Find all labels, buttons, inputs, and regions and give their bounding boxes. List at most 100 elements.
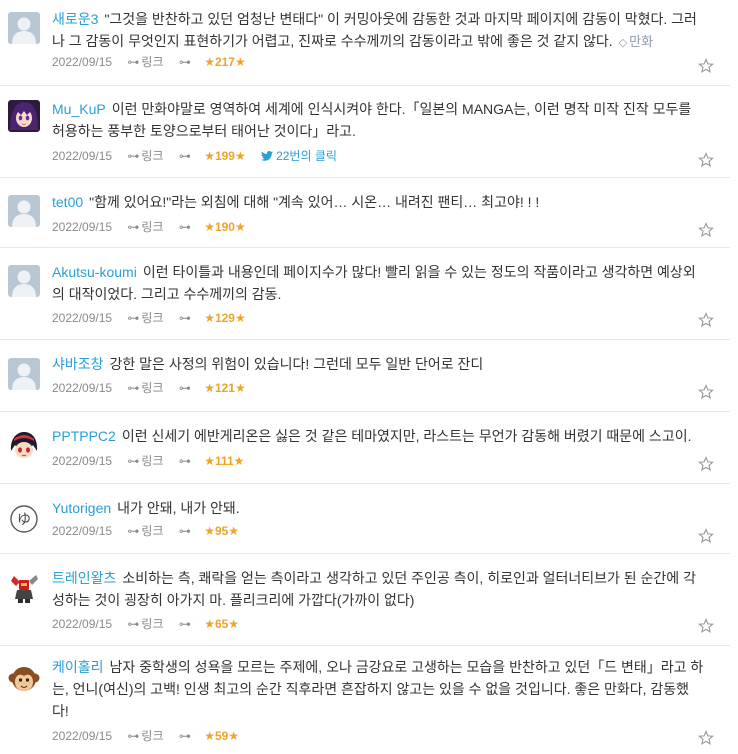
permalink[interactable]: ⊶ 링크	[127, 310, 163, 326]
star-count[interactable]: ★95★	[204, 523, 239, 539]
comment-row: ゆ Yutorigen 내가 안돼, 내가 안돼. 2022/09/15 ⊶ 링크 …	[0, 484, 730, 554]
username-link[interactable]: tet00	[52, 194, 83, 210]
permalink[interactable]: ⊶ 링크	[127, 219, 163, 235]
comment-body: Yutorigen 내가 안돼, 내가 안돼.	[52, 497, 704, 519]
tweet-count[interactable]: 22번의 클릭	[261, 148, 337, 164]
link-label: 링크	[141, 148, 164, 163]
username-link[interactable]: 트레인왈츠	[52, 570, 116, 586]
link-label: 링크	[141, 728, 164, 743]
comment-date: 2022/09/15	[52, 219, 113, 234]
link-label: 링크	[141, 380, 164, 395]
star-count[interactable]: ★65★	[204, 616, 239, 632]
permalink[interactable]: ⊶ 링크	[127, 728, 163, 744]
username-link[interactable]: PPTPPC2	[52, 428, 116, 444]
link-icon[interactable]: ⊶	[179, 148, 191, 164]
comment-body: 새로운3 "그것을 반찬하고 있던 엄청난 변태다" 이 커밍아웃에 감동한 것과…	[52, 8, 704, 54]
comment-text: 소비하는 측, 쾌락을 얻는 측이라고 생각하고 있던 주인공 측이, 히로인과…	[52, 570, 696, 608]
hiragana-yu-avatar[interactable]: ゆ	[8, 503, 40, 535]
twitter-bird-icon	[261, 150, 274, 161]
link-icon[interactable]: ⊶	[179, 310, 191, 326]
comment-meta: 2022/09/15 ⊶ 링크 ⊶ ★190★	[52, 218, 258, 235]
permalink[interactable]: ⊶ 링크	[127, 616, 163, 632]
star-count[interactable]: ★129★	[204, 310, 246, 326]
username-link[interactable]: Akutsu-koumi	[52, 264, 137, 280]
link-icon: ⊶	[127, 523, 140, 538]
comment-row: Akutsu-koumi 이런 타이틀과 내용인데 페이지수가 많다! 빨리 읽을…	[0, 248, 730, 340]
username-link[interactable]: 새로운3	[52, 11, 98, 27]
permalink[interactable]: ⊶ 링크	[127, 148, 163, 164]
default-avatar[interactable]	[8, 265, 40, 297]
comment-body: 케이홀리 남자 중학생의 성욕을 모르는 주제에, 오나 금강요로 고생하는 모습…	[52, 656, 704, 722]
star-outline-icon[interactable]	[698, 312, 714, 328]
comment-text: 이런 타이틀과 내용인데 페이지수가 많다! 빨리 읽을 수 있는 정도의 작품…	[52, 264, 696, 302]
comment-meta: 2022/09/15 ⊶ 링크 ⊶ ★111★	[52, 452, 256, 469]
permalink[interactable]: ⊶ 링크	[127, 54, 163, 70]
comment-text: 이런 신세기 에반게리온은 싫은 것 같은 테마였지만, 라스트는 무언가 감동…	[121, 428, 692, 444]
star-outline-icon[interactable]	[698, 384, 714, 400]
anime-avatar-red[interactable]	[8, 429, 40, 461]
permalink[interactable]: ⊶ 링크	[127, 453, 163, 469]
comment-body: tet00 "함께 있어요!"라는 외침에 대해 "계속 있어… 시온… 내려진 …	[52, 191, 704, 213]
tag-link[interactable]: ◇ 만화	[619, 31, 653, 54]
link-label: 링크	[141, 453, 164, 468]
link-label: 링크	[141, 310, 164, 325]
star-outline-icon[interactable]	[698, 456, 714, 472]
comment-meta: 2022/09/15 ⊶ 링크 ⊶ ★199★ 22번의 클릭	[52, 147, 337, 164]
star-count[interactable]: ★111★	[204, 453, 244, 469]
permalink[interactable]: ⊶ 링크	[127, 380, 163, 396]
link-label: 링크	[141, 54, 164, 69]
comment-row: 샤바조창 강한 말은 사정의 위험이 있습니다! 그런데 모두 일반 단어로 잔디…	[0, 340, 730, 412]
link-icon[interactable]: ⊶	[179, 523, 191, 539]
link-icon[interactable]: ⊶	[179, 453, 191, 469]
comment-body: Mu_KuP 이런 만화야말로 영역하여 세계에 인식시켜야 한다.「일본의 MA…	[52, 98, 704, 142]
link-icon: ⊶	[127, 728, 140, 743]
comment-date: 2022/09/15	[52, 616, 113, 631]
username-link[interactable]: 케이홀리	[52, 659, 104, 675]
comment-row: 케이홀리 남자 중학생의 성욕을 모르는 주제에, 오나 금강요로 고생하는 모습…	[0, 646, 730, 754]
link-icon[interactable]: ⊶	[179, 380, 191, 396]
robot-avatar[interactable]	[8, 572, 40, 604]
default-avatar[interactable]	[8, 358, 40, 390]
comment-date: 2022/09/15	[52, 54, 113, 69]
username-link[interactable]: 샤바조창	[52, 356, 104, 372]
tag-label: 만화	[629, 34, 654, 49]
tag-icon: ◇	[618, 37, 628, 49]
star-count[interactable]: ★59★	[204, 728, 239, 744]
star-outline-icon[interactable]	[698, 730, 714, 746]
link-label: 링크	[141, 523, 164, 538]
username-link[interactable]: Yutorigen	[52, 500, 111, 516]
link-icon: ⊶	[127, 453, 140, 468]
link-icon[interactable]: ⊶	[179, 728, 191, 744]
link-icon[interactable]: ⊶	[179, 54, 191, 70]
link-icon[interactable]: ⊶	[179, 219, 191, 235]
star-outline-icon[interactable]	[698, 618, 714, 634]
star-outline-icon[interactable]	[698, 152, 714, 168]
link-label: 링크	[141, 219, 164, 234]
link-icon: ⊶	[127, 310, 140, 325]
comment-meta: 2022/09/15 ⊶ 링크 ⊶ ★65★	[52, 615, 251, 632]
tweet-label: 22번의 클릭	[276, 148, 337, 163]
link-icon[interactable]: ⊶	[179, 616, 191, 632]
comment-body: Akutsu-koumi 이런 타이틀과 내용인데 페이지수가 많다! 빨리 읽을…	[52, 261, 704, 305]
comment-text: "그것을 반찬하고 있던 엄청난 변태다" 이 커밍아웃에 감동한 것과 마지막…	[52, 11, 697, 49]
permalink[interactable]: ⊶ 링크	[127, 523, 163, 539]
star-outline-icon[interactable]	[698, 528, 714, 544]
comment-text: "함께 있어요!"라는 외침에 대해 "계속 있어… 시온… 내려진 팬티… 최…	[89, 194, 540, 210]
star-outline-icon[interactable]	[698, 58, 714, 74]
star-count[interactable]: ★190★	[204, 219, 246, 235]
monkey-avatar[interactable]	[8, 663, 40, 695]
comment-date: 2022/09/15	[52, 453, 113, 468]
star-count[interactable]: ★199★	[204, 148, 246, 164]
default-avatar[interactable]	[8, 12, 40, 44]
comment-meta: 2022/09/15 ⊶ 링크 ⊶ ★217★	[52, 53, 258, 70]
default-avatar[interactable]	[8, 195, 40, 227]
comment-row: 새로운3 "그것을 반찬하고 있던 엄청난 변태다" 이 커밍아웃에 감동한 것과…	[0, 0, 730, 86]
anime-avatar-purple[interactable]	[8, 100, 40, 132]
star-count[interactable]: ★121★	[204, 380, 246, 396]
star-count[interactable]: ★217★	[204, 54, 246, 70]
link-icon: ⊶	[127, 616, 140, 631]
comment-meta: 2022/09/15 ⊶ 링크 ⊶ ★121★	[52, 379, 258, 396]
star-outline-icon[interactable]	[698, 222, 714, 238]
comment-body: PPTPPC2 이런 신세기 에반게리온은 싫은 것 같은 테마였지만, 라스트는…	[52, 425, 704, 447]
username-link[interactable]: Mu_KuP	[52, 101, 106, 117]
